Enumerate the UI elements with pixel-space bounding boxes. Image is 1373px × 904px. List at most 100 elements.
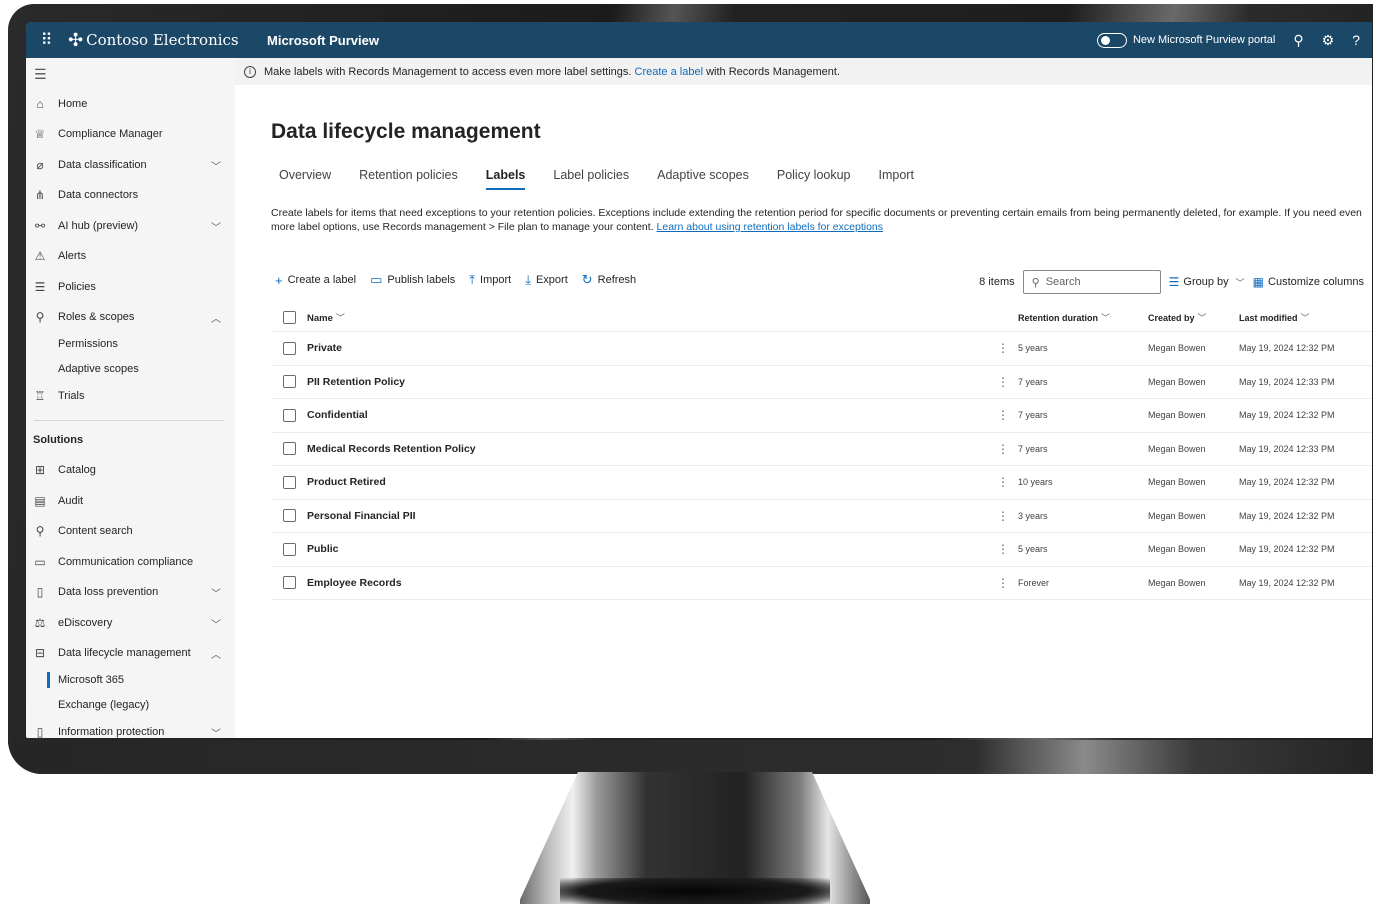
download-icon: ⤓ xyxy=(525,272,531,287)
export-button[interactable]: ⤓ Export xyxy=(525,272,568,288)
row-checkbox[interactable] xyxy=(283,442,296,456)
sidebar-item-label: Content search xyxy=(58,525,133,537)
sidebar-item-permissions[interactable]: Permissions xyxy=(26,331,235,357)
sidebar-item-home[interactable]: ⌂ Home xyxy=(26,91,235,117)
help-icon[interactable]: ? xyxy=(1352,32,1360,48)
tab-labels[interactable]: Labels xyxy=(478,168,525,190)
app-launcher-icon[interactable]: ⠿ xyxy=(32,30,60,50)
org-brand[interactable]: ✣ Contoso Electronics xyxy=(68,30,258,51)
column-header-last-modified[interactable]: Last modified ﹀ xyxy=(1239,311,1310,324)
table-row[interactable]: Confidential ⋮ 7 years Megan Bowen May 19, 2… xyxy=(271,399,1372,433)
hamburger-icon[interactable]: ☰ xyxy=(34,66,47,83)
sidebar-item-label: Data loss prevention xyxy=(58,586,159,598)
table-row[interactable]: Product Retired ⋮ 10 years Megan Bowen May 1… xyxy=(271,466,1372,500)
page-title: Data lifecycle management xyxy=(271,120,541,143)
sidebar-item-ediscovery[interactable]: ⚖ eDiscovery ﹀ xyxy=(26,610,235,636)
chevron-down-icon: ﹀ xyxy=(211,619,221,631)
sidebar-item-compliance-manager[interactable]: ♕ Compliance Manager xyxy=(26,121,235,147)
sidebar-item-data-classification[interactable]: ⌀ Data classification ﹀ xyxy=(26,152,235,178)
row-checkbox[interactable] xyxy=(283,509,296,523)
sidebar-item-catalog[interactable]: ⊞ Catalog xyxy=(26,457,235,483)
publish-labels-button[interactable]: ▭ Publish labels xyxy=(370,272,455,288)
sidebar-item-information-protection[interactable]: ▯ Information protection ﹀ xyxy=(26,719,235,738)
column-name-text: Name xyxy=(307,313,333,324)
sidebar-item-data-connectors[interactable]: ⋔ Data connectors xyxy=(26,182,235,208)
label-name[interactable]: Personal Financial PII xyxy=(307,510,997,522)
label-name[interactable]: Medical Records Retention Policy xyxy=(307,443,997,455)
table-row[interactable]: PII Retention Policy ⋮ 7 years Megan Bowen M… xyxy=(271,366,1372,399)
more-options-icon[interactable]: ⋮ xyxy=(997,341,1009,355)
table-row[interactable]: Personal Financial PII ⋮ 3 years Megan Bowe… xyxy=(271,500,1372,533)
refresh-button[interactable]: ↻ Refresh xyxy=(582,272,636,288)
sidebar-item-policies[interactable]: ☰ Policies xyxy=(26,274,235,300)
more-options-icon[interactable]: ⋮ xyxy=(997,408,1009,422)
more-options-icon[interactable]: ⋮ xyxy=(997,442,1009,456)
sidebar-item-trials[interactable]: ♖ Trials xyxy=(26,383,235,409)
row-checkbox[interactable] xyxy=(283,375,296,389)
label-name[interactable]: Private xyxy=(307,342,997,354)
gear-icon[interactable]: ⚙ xyxy=(1322,32,1335,49)
tab-policy-lookup[interactable]: Policy lookup xyxy=(769,168,851,190)
connector-icon: ⋔ xyxy=(34,188,46,202)
people-icon[interactable]: ⚲ xyxy=(1293,32,1303,49)
learn-more-link[interactable]: Learn about using retention labels for e… xyxy=(657,221,883,233)
more-options-icon[interactable]: ⋮ xyxy=(997,542,1009,556)
sidebar-item-audit[interactable]: ▤ Audit xyxy=(26,488,235,514)
tab-adaptive-scopes[interactable]: Adaptive scopes xyxy=(649,168,749,190)
sidebar-item-label: Audit xyxy=(58,495,84,507)
label-name[interactable]: Product Retired xyxy=(307,476,997,488)
sidebar-item-microsoft-365[interactable]: Microsoft 365 xyxy=(26,667,235,693)
tab-import[interactable]: Import xyxy=(871,168,914,190)
sidebar-item-label: Data connectors xyxy=(58,189,139,201)
more-options-icon[interactable]: ⋮ xyxy=(997,475,1009,489)
import-button[interactable]: ⤒ Import xyxy=(469,272,511,288)
sidebar-item-ai-hub[interactable]: ⚯ AI hub (preview) ﹀ xyxy=(26,213,235,239)
row-checkbox[interactable] xyxy=(283,408,296,422)
more-options-icon[interactable]: ⋮ xyxy=(997,509,1009,523)
more-options-icon[interactable]: ⋮ xyxy=(997,375,1009,389)
sidebar-item-alerts[interactable]: ⚠ Alerts xyxy=(26,243,235,269)
chevron-down-icon: ﹀ xyxy=(1235,277,1245,288)
solutions-heading: Solutions xyxy=(33,434,84,446)
column-header-retention[interactable]: Retention duration ﹀ xyxy=(1018,311,1110,324)
new-portal-toggle[interactable] xyxy=(1096,32,1127,48)
table-row[interactable]: Medical Records Retention Policy ⋮ 7 years… xyxy=(271,433,1372,466)
label-name[interactable]: Employee Records xyxy=(307,577,997,589)
group-by-button[interactable]: ☰ Group by ﹀ xyxy=(1169,275,1245,289)
sidebar-item-exchange-legacy[interactable]: Exchange (legacy) xyxy=(26,692,235,718)
create-label-button[interactable]: + Create a label xyxy=(275,273,356,288)
table-row[interactable]: Private ⋮ 5 years Megan Bowen May 19, 2024 1… xyxy=(271,332,1372,366)
sidebar-item-data-lifecycle-management[interactable]: ⊟ Data lifecycle management ︿ xyxy=(26,640,235,666)
last-modified: May 19, 2024 12:32 PM xyxy=(1239,343,1335,354)
search-input[interactable]: ⚲ Search xyxy=(1022,270,1161,294)
table-row[interactable]: Public ⋮ 5 years Megan Bowen May 19, 2024 12… xyxy=(271,533,1372,567)
retention-duration: 7 years xyxy=(1018,410,1048,421)
tab-retention-policies[interactable]: Retention policies xyxy=(351,168,458,190)
product-name[interactable]: Microsoft Purview xyxy=(267,33,379,48)
label-name[interactable]: PII Retention Policy xyxy=(307,376,997,388)
select-all-checkbox[interactable] xyxy=(283,311,296,324)
home-icon: ⌂ xyxy=(36,97,44,111)
sidebar-item-roles-scopes[interactable]: ⚲ Roles & scopes ︿ xyxy=(26,304,235,330)
sidebar-item-content-search[interactable]: ⚲ Content search xyxy=(26,518,235,544)
table-row[interactable]: Employee Records ⋮ Forever Megan Bowen May 1… xyxy=(271,567,1372,600)
label-name[interactable]: Confidential xyxy=(307,409,997,421)
row-checkbox[interactable] xyxy=(283,542,296,556)
row-checkbox[interactable] xyxy=(283,475,296,489)
column-header-name[interactable]: Name ﹀ xyxy=(307,311,997,324)
page-description: Create labels for items that need except… xyxy=(271,206,1366,234)
chevron-down-icon: ﹀ xyxy=(1300,313,1310,323)
sidebar-item-data-loss-prevention[interactable]: ▯ Data loss prevention ﹀ xyxy=(26,579,235,605)
label-name[interactable]: Public xyxy=(307,543,997,555)
tab-overview[interactable]: Overview xyxy=(271,168,331,190)
sidebar-item-adaptive-scopes[interactable]: Adaptive scopes xyxy=(26,356,235,382)
created-by: Megan Bowen xyxy=(1148,376,1206,387)
tab-label-policies[interactable]: Label policies xyxy=(545,168,629,190)
banner-create-label-link[interactable]: Create a label xyxy=(635,66,704,78)
row-checkbox[interactable] xyxy=(283,576,296,590)
more-options-icon[interactable]: ⋮ xyxy=(997,576,1009,590)
sidebar-item-communication-compliance[interactable]: ▭ Communication compliance xyxy=(26,549,235,575)
row-checkbox[interactable] xyxy=(283,341,296,355)
customize-columns-button[interactable]: ▦ Customize columns xyxy=(1253,275,1364,289)
column-header-created-by[interactable]: Created by ﹀ xyxy=(1148,311,1207,324)
